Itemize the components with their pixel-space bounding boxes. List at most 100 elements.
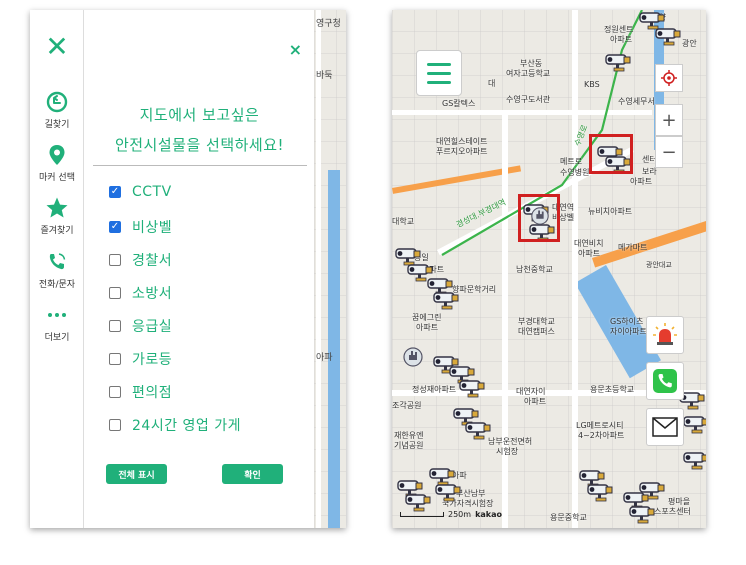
strip-label: 아파 <box>316 353 333 363</box>
cctv-marker-icon[interactable] <box>404 492 432 512</box>
star-icon <box>46 197 68 218</box>
message-button[interactable] <box>646 408 684 446</box>
map-label: 스포츠센터 <box>654 507 691 516</box>
crosshair-icon <box>661 70 677 86</box>
checkbox-police[interactable] <box>109 254 121 266</box>
map-label: 수영세무서 <box>618 97 655 106</box>
map-label: 메가마트 <box>618 243 648 252</box>
checkbox-emergency-room[interactable] <box>109 320 121 332</box>
nav-item-more[interactable]: 더보기 <box>30 303 84 343</box>
nav-label: 마커 선택 <box>39 173 75 183</box>
close-menu-button[interactable]: ✕ <box>42 32 72 62</box>
route-icon <box>46 91 68 113</box>
nav-label: 더보기 <box>44 333 70 343</box>
option-emergency-room[interactable]: 응급실 <box>109 316 172 336</box>
map-label: KBS <box>584 80 600 89</box>
siren-button[interactable] <box>646 316 684 354</box>
map-label: 뉴비치아파트 <box>588 207 633 216</box>
cctv-marker-icon[interactable] <box>586 482 614 502</box>
select-all-button[interactable]: 전체 표시 <box>106 464 167 484</box>
map-label: 아파트 <box>578 249 601 258</box>
road <box>316 10 321 528</box>
map-pin-icon <box>49 145 65 165</box>
option-convenience-store[interactable]: 편의점 <box>109 382 172 402</box>
map-label: 광안 <box>682 39 697 48</box>
cctv-marker-icon[interactable] <box>434 482 462 502</box>
more-dots-icon <box>48 313 66 317</box>
cctv-marker-icon[interactable] <box>682 450 706 470</box>
cctv-marker-icon[interactable] <box>628 504 656 524</box>
call-button[interactable] <box>646 362 684 400</box>
nav-item-route[interactable]: 길찾기 <box>30 90 84 130</box>
panel-title-line2: 안전시설물을 선택하세요! <box>114 136 285 154</box>
map-label: 대학교 <box>392 217 415 226</box>
siren-icon <box>653 323 677 345</box>
menu-bar <box>427 62 451 66</box>
checkbox-emergency-bell[interactable] <box>109 221 121 233</box>
map-label: 푸르지오아파트 <box>436 147 488 156</box>
close-panel-button[interactable]: × <box>289 40 302 59</box>
map-label: 시험장 <box>496 447 519 456</box>
checkbox-streetlight[interactable] <box>109 353 121 365</box>
map-label: 아파트 <box>524 397 547 406</box>
cctv-marker-icon[interactable] <box>432 290 460 310</box>
nav-item-marker-select[interactable]: 마커 선택 <box>30 143 84 183</box>
highlighted-cctv-box <box>589 134 633 174</box>
nav-item-favorites[interactable]: 즐겨찾기 <box>30 196 84 236</box>
facility-filter-panel: × 지도에서 보고싶은 안전시설물을 선택하세요! CCTV 비상벨 경찰서 소… <box>85 10 314 528</box>
confirm-button[interactable]: 확인 <box>222 464 283 484</box>
checkbox-cctv[interactable] <box>109 186 121 198</box>
option-police[interactable]: 경찰서 <box>109 250 172 270</box>
option-cctv[interactable]: CCTV <box>109 184 172 200</box>
panel-title-line1: 지도에서 보고싶은 <box>139 106 260 124</box>
emergency-bell-marker-icon[interactable] <box>402 346 424 368</box>
option-emergency-bell[interactable]: 비상벨 <box>109 217 172 237</box>
cctv-marker-icon[interactable] <box>458 378 486 398</box>
cctv-marker-icon[interactable] <box>654 26 682 46</box>
scale-label: 250m <box>448 510 472 519</box>
option-label: 비상벨 <box>132 220 173 236</box>
strip-label: 바둑 <box>316 71 333 81</box>
map-label: 용문중학교 <box>550 513 587 522</box>
left-phone-screen: 영구청 바둑 아파 ✕ 길찾기 마커 선택 즐겨찾기 전화/문자 더보기 × 지… <box>30 10 346 528</box>
checkbox-convenience-store[interactable] <box>109 386 121 398</box>
background-map-strip: 영구청 바둑 아파 <box>314 10 346 528</box>
cctv-marker-icon[interactable] <box>638 480 666 500</box>
option-24h-store[interactable]: 24시간 영업 가게 <box>109 415 241 435</box>
option-label: 편의점 <box>132 385 173 401</box>
option-label: 소방서 <box>132 286 173 302</box>
cctv-marker-icon[interactable] <box>464 420 492 440</box>
zoom-in-button[interactable]: + <box>655 104 683 136</box>
map-label: 정성재아파트 <box>412 385 457 394</box>
menu-button[interactable] <box>416 50 462 96</box>
checkbox-fire-station[interactable] <box>109 287 121 299</box>
map-label: 광안대교 <box>646 261 672 269</box>
map-label: 조각공원 <box>392 401 422 410</box>
map-label: 수영구도서관 <box>506 95 551 104</box>
strip-label: 영구청 <box>316 19 341 29</box>
option-label: CCTV <box>132 184 172 200</box>
option-streetlight[interactable]: 가로등 <box>109 349 172 369</box>
nav-label: 전화/문자 <box>38 280 76 290</box>
map-label: 수영병원 <box>560 168 590 177</box>
map-label: 기념공원 <box>394 441 424 450</box>
envelope-icon <box>652 417 678 437</box>
river <box>328 170 340 528</box>
checkbox-24h-store[interactable] <box>109 419 121 431</box>
nav-label: 길찾기 <box>44 120 70 130</box>
locate-me-button[interactable] <box>655 64 683 92</box>
kakao-logo: kakao <box>475 510 502 519</box>
cctv-marker-icon[interactable] <box>682 414 706 434</box>
zoom-out-button[interactable]: − <box>655 136 683 168</box>
right-phone-screen: 경성대.부경대역 수영로 진태양 정원센트 아파트 부산동 여자고등학교 수영구… <box>392 10 706 528</box>
menu-bar <box>427 71 451 75</box>
map-label: 아파트 <box>416 323 439 332</box>
nav-item-call-sms[interactable]: 전화/문자 <box>30 250 84 290</box>
map-label: 아파트 <box>630 177 653 186</box>
map-label: 4~2차아파트 <box>578 431 625 440</box>
phone-icon <box>653 369 677 393</box>
cctv-marker-icon[interactable] <box>604 52 632 72</box>
map-label: 자이아파트 <box>610 327 647 336</box>
option-fire-station[interactable]: 소방서 <box>109 283 172 303</box>
nav-label: 즐겨찾기 <box>40 226 74 236</box>
